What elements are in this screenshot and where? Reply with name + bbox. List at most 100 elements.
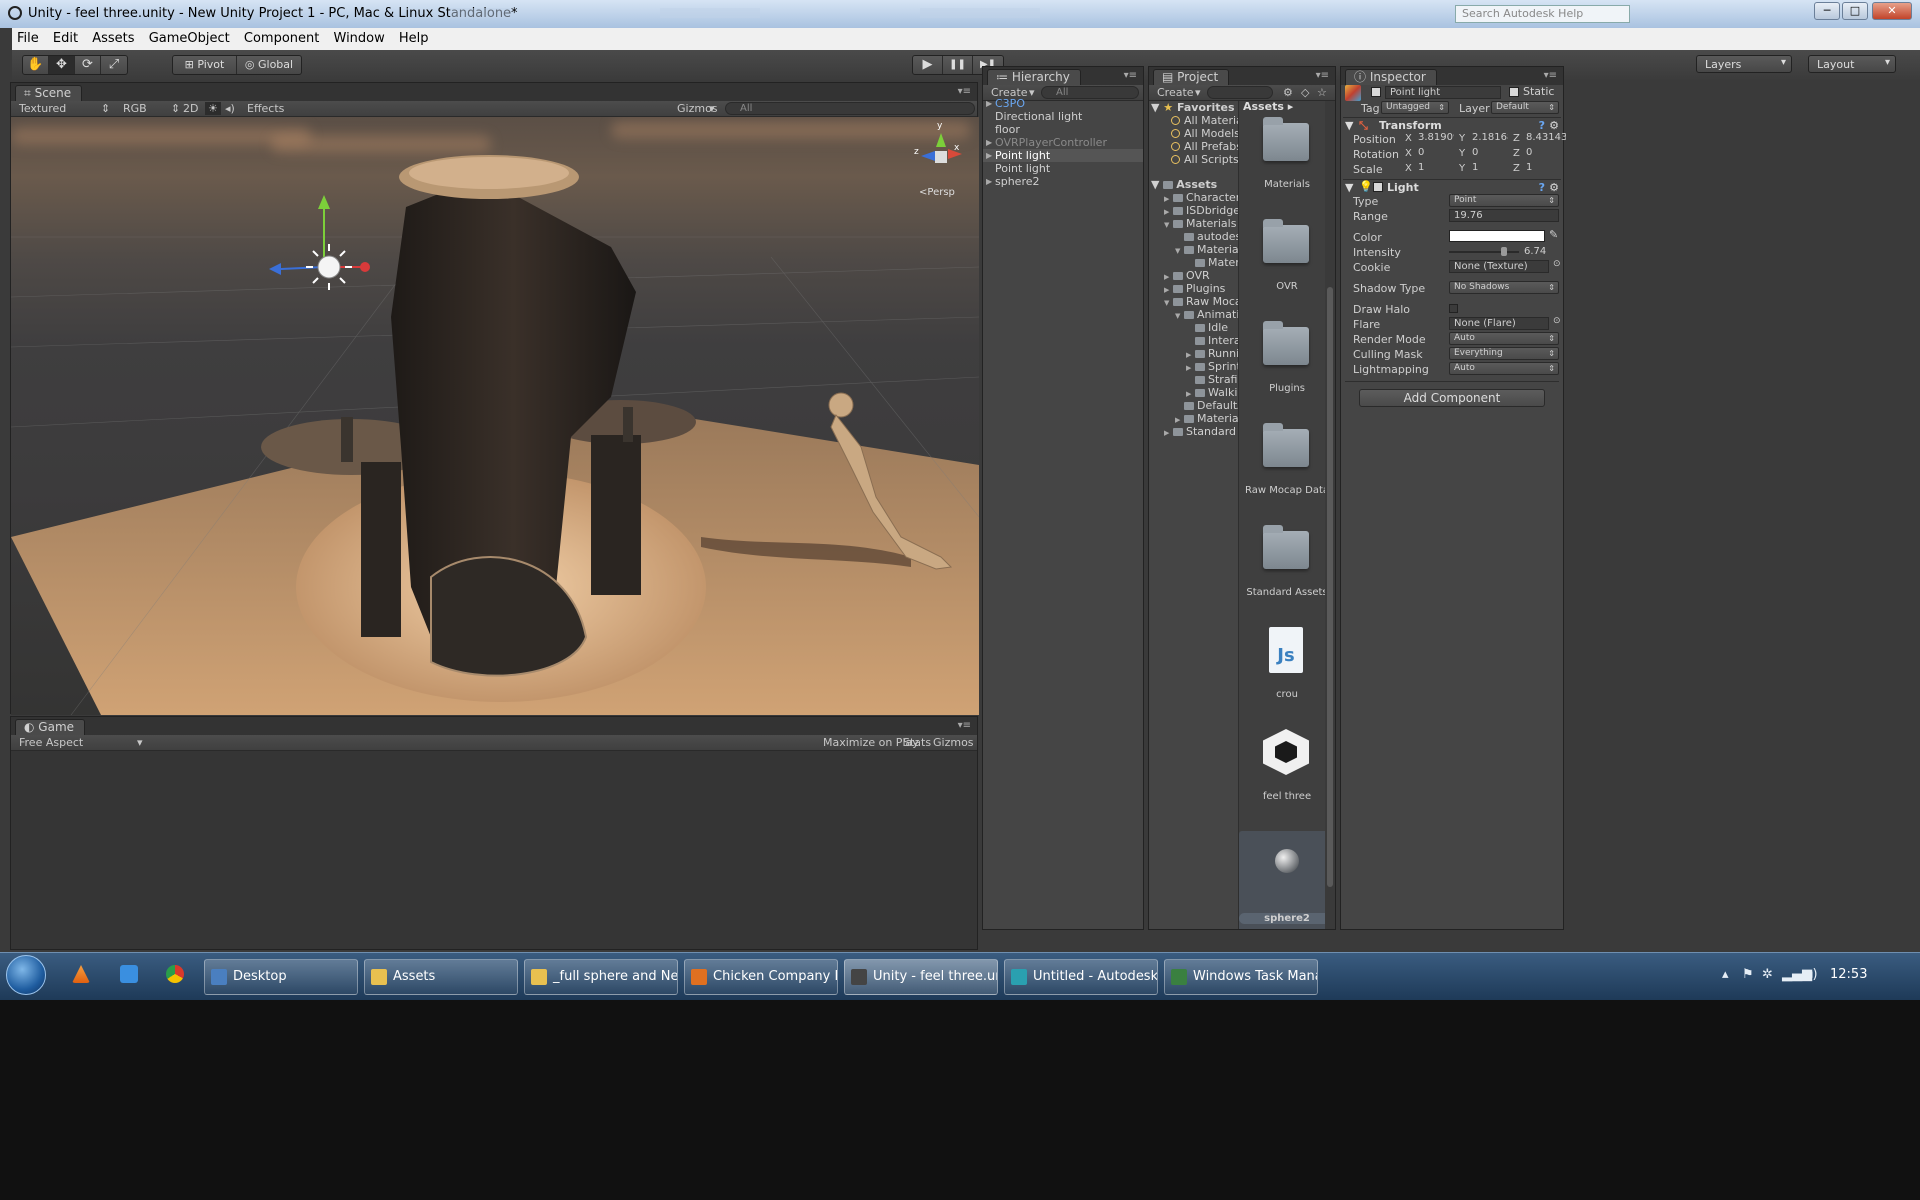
expand-arrow-icon[interactable]: ▼ [1345, 119, 1353, 132]
expand-arrow-icon[interactable]: ▼ [1345, 181, 1353, 194]
layers-dropdown[interactable]: Layers [1696, 55, 1792, 73]
game-gizmos-dropdown[interactable]: Gizmos [933, 736, 974, 749]
menu-assets[interactable]: Assets [87, 28, 139, 46]
filter-label-icon[interactable]: ◇ [1301, 86, 1309, 99]
expand-arrow-icon[interactable]: ▶ [986, 136, 992, 149]
shadow-type-dropdown[interactable]: No Shadows [1449, 281, 1559, 294]
system-clock[interactable]: 12:53 [1830, 967, 1867, 982]
lightmapping-dropdown[interactable]: Auto [1449, 362, 1559, 375]
render-mode-dropdown[interactable]: RGB [123, 102, 147, 115]
tree-folder-item[interactable]: Strafir [1149, 373, 1238, 386]
start-button[interactable] [6, 955, 46, 995]
light-header[interactable]: ▼ 💡 Light ? ⚙ [1343, 179, 1561, 194]
intensity-slider-track[interactable] [1449, 251, 1519, 253]
scene-lighting-icon[interactable]: ☀ [205, 102, 221, 115]
tree-folder-item[interactable]: ▼Animatio [1149, 308, 1238, 321]
scene-viewport[interactable]: y x z <Persp [11, 117, 979, 715]
tree-folder-item[interactable]: ▶Materials [1149, 412, 1238, 425]
range-field[interactable]: 19.76 [1449, 209, 1559, 222]
perspective-toggle[interactable]: <Persp [919, 187, 955, 198]
tree-folder-item[interactable]: ▶ Sprint [1149, 360, 1238, 373]
hierarchy-item[interactable]: floor [983, 123, 1143, 136]
maximize-button[interactable]: □ [1842, 2, 1868, 20]
rotation-x-field[interactable]: 0 [1414, 147, 1454, 160]
menu-component[interactable]: Component [239, 28, 324, 46]
rotation-z-field[interactable]: 0 [1522, 147, 1566, 160]
hierarchy-item[interactable]: ▶ Point light [983, 149, 1143, 162]
hierarchy-item[interactable]: Directional light [983, 110, 1143, 123]
2d-toggle[interactable]: 2D [183, 102, 198, 115]
favorite-item[interactable]: All Material [1149, 114, 1238, 127]
taskbar-button[interactable]: Unity - feel three.uni... [844, 959, 998, 995]
menu-file[interactable]: File [12, 28, 44, 46]
tree-folder-item[interactable]: ▶ ISDbridge( [1149, 204, 1238, 217]
scale-y-field[interactable]: 1 [1468, 162, 1508, 175]
game-viewport[interactable] [11, 751, 977, 949]
help-icon[interactable]: ? [1539, 181, 1545, 194]
panel-menu-icon[interactable]: ▾≡ [1124, 70, 1137, 81]
tag-dropdown[interactable]: Untagged [1381, 101, 1449, 114]
gizmo-y-arrow[interactable] [936, 133, 946, 147]
expand-arrow-icon[interactable]: ▶ [1164, 427, 1173, 440]
asset-item[interactable]: feel three [1239, 729, 1325, 831]
color-picker-icon[interactable]: ✎ [1549, 228, 1558, 241]
scale-tool-icon[interactable]: ⤢ [101, 56, 127, 74]
object-picker-icon[interactable]: ⊙ [1553, 316, 1561, 326]
menu-window[interactable]: Window [329, 28, 390, 46]
panel-menu-icon[interactable]: ▾≡ [958, 86, 971, 97]
expand-arrow-icon[interactable]: ▶ [986, 149, 992, 162]
asset-item[interactable]: Js crou [1239, 627, 1325, 729]
asset-item[interactable]: Materials [1239, 117, 1325, 219]
active-checkbox[interactable] [1371, 87, 1381, 97]
tree-folder-item[interactable]: Materi [1149, 256, 1238, 269]
help-search-input[interactable]: Search Autodesk Help [1455, 5, 1630, 23]
flare-field[interactable]: None (Flare) [1449, 317, 1549, 330]
cookie-field[interactable]: None (Texture) [1449, 260, 1549, 273]
asset-item[interactable]: Plugins [1239, 321, 1325, 423]
hand-tool-icon[interactable]: ✋ [23, 56, 49, 74]
asset-item[interactable]: Standard Assets [1239, 525, 1325, 627]
hierarchy-item[interactable]: ▶ OVRPlayerController [983, 136, 1143, 149]
menu-edit[interactable]: Edit [48, 28, 83, 46]
minimize-button[interactable]: ─ [1814, 2, 1840, 20]
vlc-icon[interactable] [72, 965, 90, 983]
help-icon[interactable]: ? [1539, 119, 1545, 132]
tree-folder-item[interactable]: autodesk [1149, 230, 1238, 243]
taskbar-button[interactable]: Chicken Company P... [684, 959, 838, 995]
tree-folder-item[interactable]: ▼Raw Mocap [1149, 295, 1238, 308]
taskbar-button[interactable]: Desktop [204, 959, 358, 995]
tree-folder-item[interactable]: ▼Materials [1149, 243, 1238, 256]
orientation-gizmo[interactable]: y x z <Persp [911, 121, 971, 201]
tree-folder-item[interactable]: Intera [1149, 334, 1238, 347]
dropbox-icon[interactable] [120, 965, 138, 983]
taskbar-button[interactable]: Windows Task Mana... [1164, 959, 1318, 995]
taskbar-button[interactable]: _full sphere and New... [524, 959, 678, 995]
global-button[interactable]: ◎ Global [237, 56, 301, 74]
layer-dropdown[interactable]: Default [1491, 101, 1559, 114]
transform-header[interactable]: ▼ ⤡ Transform ? ⚙ [1343, 117, 1561, 132]
light-type-dropdown[interactable]: Point [1449, 194, 1559, 207]
hierarchy-item[interactable]: ▶ C3PO [983, 97, 1143, 110]
object-name-field[interactable]: Point light [1385, 86, 1501, 99]
tree-folder-item[interactable]: DefaultA [1149, 399, 1238, 412]
tree-folder-item[interactable]: ▶ OVR [1149, 269, 1238, 282]
add-component-button[interactable]: Add Component [1359, 389, 1545, 407]
gizmo-x-arrow[interactable] [948, 149, 962, 159]
tray-expand-icon[interactable]: ▴ [1722, 967, 1729, 982]
tree-folder-item[interactable]: ▼Materials [1149, 217, 1238, 230]
tab-game[interactable]: ◐ Game [15, 719, 86, 735]
move-tool-icon[interactable]: ✥ [49, 56, 75, 74]
asset-breadcrumb[interactable]: Assets ▸ [1243, 101, 1293, 113]
filter-type-icon[interactable]: ⚙ [1283, 86, 1293, 99]
light-color-swatch[interactable] [1449, 230, 1545, 242]
project-scrollbar[interactable] [1325, 101, 1335, 929]
tree-folder-item[interactable]: ▶ Walkir [1149, 386, 1238, 399]
panel-menu-icon[interactable]: ▾≡ [1544, 70, 1557, 81]
culling-mask-dropdown[interactable]: Everything [1449, 347, 1559, 360]
chrome-icon[interactable] [166, 965, 184, 983]
close-button[interactable]: ✕ [1872, 2, 1912, 20]
tree-folder-item[interactable]: ▶ Plugins [1149, 282, 1238, 295]
favorites-header[interactable]: ▼ ★ Favorites [1149, 101, 1238, 114]
asset-item[interactable]: sphere2 [1239, 831, 1325, 929]
menu-gameobject[interactable]: GameObject [144, 28, 235, 46]
